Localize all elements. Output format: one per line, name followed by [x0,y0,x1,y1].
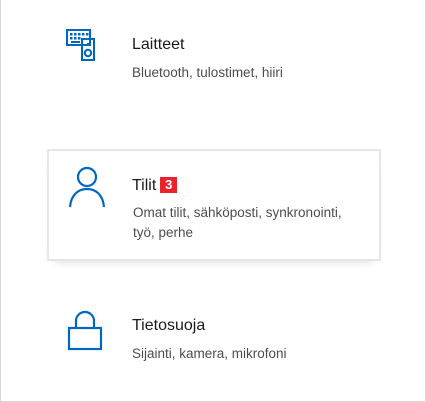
tile-title-text: Tilit [132,177,157,194]
tile-title: Tietosuoja [132,317,206,334]
step-number-badge: 3 [160,177,178,193]
settings-tile-privacy[interactable]: Tietosuoja Sijainti, kamera, mikrofoni [48,298,378,388]
settings-tile-devices[interactable]: Laitteet Bluetooth, tulostimet, hiiri [48,16,378,106]
tile-title: Tilit 3 [132,176,178,196]
tile-subtitle: Sijainti, kamera, mikrofoni [132,346,287,361]
tile-subtitle: Omat tilit, sähköposti, synkronointi, ty… [133,205,342,240]
lock-icon [67,310,103,351]
settings-tile-accounts[interactable]: Tilit 3 Omat tilit, sähköposti, synkronoi… [47,149,381,261]
person-icon [68,166,106,208]
window-left-border [0,0,1,402]
keyboard-speaker-icon [66,29,95,61]
tile-subtitle: Bluetooth, tulostimet, hiiri [132,65,283,80]
tile-title: Laitteet [132,36,185,53]
